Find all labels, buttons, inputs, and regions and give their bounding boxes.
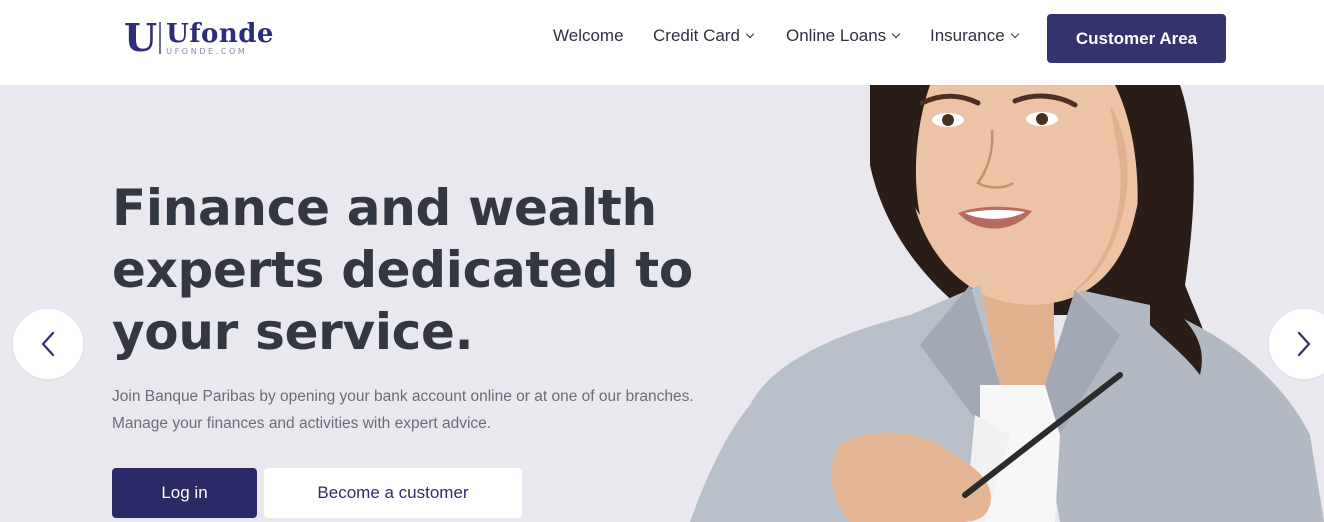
nav-item-label: Welcome	[553, 26, 624, 45]
logo[interactable]: U Ufonde UFONDE.COM	[124, 18, 274, 58]
nav-item-insurance[interactable]: Insurance	[930, 26, 1019, 46]
hero-title: Finance and wealth experts dedicated to …	[112, 177, 732, 363]
customer-area-button[interactable]: Customer Area	[1047, 14, 1226, 63]
nav-item-credit-card[interactable]: Credit Card	[653, 26, 755, 46]
hero-portrait-image	[690, 85, 1324, 522]
hero-description-line: Join Banque Paribas by opening your bank…	[112, 388, 694, 405]
hero-title-line: experts dedicated to	[112, 241, 693, 299]
hero-description-line: Manage your finances and activities with…	[112, 415, 492, 432]
hero-slider: Finance and wealth experts dedicated to …	[0, 85, 1324, 522]
login-button[interactable]: Log in	[112, 468, 257, 518]
become-customer-button[interactable]: Become a customer	[264, 468, 522, 518]
nav-item-label: Insurance	[930, 26, 1005, 45]
logo-name: Ufonde	[166, 18, 274, 49]
hero-title-line: Finance and wealth	[112, 179, 657, 237]
hero-description: Join Banque Paribas by opening your bank…	[112, 383, 752, 437]
nav-item-label: Online Loans	[786, 26, 887, 45]
carousel-prev-button[interactable]	[13, 309, 83, 379]
nav-item-welcome[interactable]: Welcome	[553, 26, 624, 46]
logo-mark: U	[124, 15, 157, 60]
nav-item-online-loans[interactable]: Online Loans	[786, 26, 901, 46]
site-header: U Ufonde UFONDE.COM Welcome Credit Card …	[0, 0, 1324, 85]
logo-divider	[159, 22, 162, 54]
chevron-right-icon	[1297, 331, 1311, 357]
chevron-down-icon	[745, 29, 755, 39]
logo-subtitle: UFONDE.COM	[166, 46, 248, 56]
hero-title-line: your service.	[112, 303, 474, 361]
chevron-down-icon	[891, 29, 901, 39]
nav-item-label: Credit Card	[653, 26, 740, 45]
chevron-down-icon	[1010, 29, 1019, 39]
logo-text: Ufonde UFONDE.COM	[166, 21, 274, 56]
chevron-left-icon	[41, 331, 55, 357]
